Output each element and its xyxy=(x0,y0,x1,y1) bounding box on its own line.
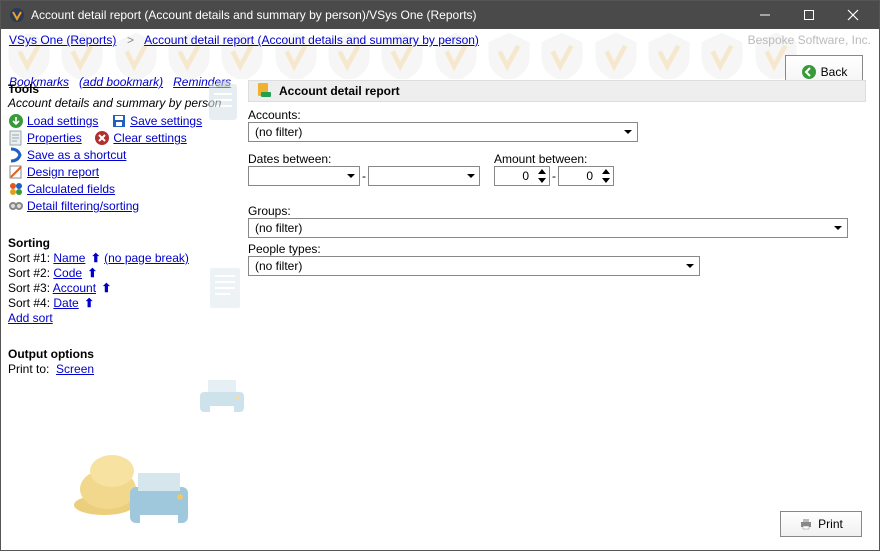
chevron-down-icon xyxy=(619,123,637,141)
detail-filtering-icon xyxy=(8,198,24,214)
properties-link[interactable]: Properties xyxy=(27,131,82,145)
spin-down-icon[interactable] xyxy=(599,176,613,185)
printer-icon xyxy=(799,517,813,531)
breadcrumb-separator: > xyxy=(120,33,142,47)
sort-field[interactable]: Name xyxy=(53,251,85,265)
company-label: Bespoke Software, Inc. xyxy=(748,33,871,47)
spin-up-icon[interactable] xyxy=(535,167,549,176)
spin-buttons[interactable] xyxy=(599,167,613,185)
app-icon xyxy=(9,7,25,23)
chevron-down-icon xyxy=(343,171,359,181)
window-title: Account detail report (Account details a… xyxy=(31,8,743,22)
chevron-down-icon xyxy=(829,219,847,237)
amount-separator: - xyxy=(550,169,558,183)
sort-row-2: Sort #2: Code ⬆ xyxy=(8,266,238,280)
people-types-label: People types: xyxy=(248,242,866,256)
amount-label: Amount between: xyxy=(494,152,614,166)
output-heading: Output options xyxy=(8,347,238,361)
date-separator: - xyxy=(360,169,368,183)
sorting-section: Sorting Sort #1: Name ⬆ (no page break) … xyxy=(8,236,238,325)
printer-sidebar-icon xyxy=(196,376,248,424)
groups-combo[interactable]: (no filter) xyxy=(248,218,848,238)
amount-to-value[interactable] xyxy=(559,169,595,183)
panel-header: Account detail report xyxy=(248,80,866,102)
breadcrumb: VSys One (Reports) > Account detail repo… xyxy=(9,33,479,47)
sort-field[interactable]: Code xyxy=(53,266,82,280)
maximize-button[interactable] xyxy=(787,1,831,29)
spin-down-icon[interactable] xyxy=(535,176,549,185)
accounts-combo[interactable]: (no filter) xyxy=(248,122,638,142)
save-shortcut-icon xyxy=(8,147,24,163)
panel-title: Account detail report xyxy=(279,84,400,98)
dates-amount-row: Dates between: - Amount between: xyxy=(248,148,866,186)
tools-heading: Tools xyxy=(8,82,238,96)
sidebar: Tools Account details and summary by per… xyxy=(0,76,244,551)
dates-label: Dates between: xyxy=(248,152,480,166)
clear-settings-icon xyxy=(94,130,110,146)
add-sort-link[interactable]: Add sort xyxy=(8,311,53,325)
people-types-value: (no filter) xyxy=(255,259,302,273)
sort-prefix: Sort #4: xyxy=(8,296,50,310)
sort-asc-icon[interactable]: ⬆ xyxy=(99,281,111,295)
spin-buttons[interactable] xyxy=(535,167,549,185)
groups-label: Groups: xyxy=(248,204,866,218)
sort-row-4: Sort #4: Date ⬆ xyxy=(8,296,238,310)
load-settings-icon xyxy=(8,113,24,129)
calculated-fields-icon xyxy=(8,181,24,197)
close-button[interactable] xyxy=(831,1,875,29)
print-to-label: Print to: xyxy=(8,362,49,376)
spin-up-icon[interactable] xyxy=(599,167,613,176)
sort-asc-icon[interactable]: ⬆ xyxy=(85,266,97,280)
minimize-button[interactable] xyxy=(743,1,787,29)
sort-field[interactable]: Account xyxy=(53,281,96,295)
sort-field[interactable]: Date xyxy=(53,296,78,310)
sort-page-break[interactable]: (no page break) xyxy=(104,251,189,265)
save-settings-icon xyxy=(111,113,127,129)
breadcrumb-root[interactable]: VSys One (Reports) xyxy=(9,33,116,47)
amount-from-input[interactable] xyxy=(494,166,550,186)
sort-asc-icon[interactable]: ⬆ xyxy=(82,296,94,310)
chevron-down-icon xyxy=(463,171,479,181)
content: Tools Account details and summary by per… xyxy=(0,76,880,551)
properties-icon xyxy=(8,130,24,146)
sort-prefix: Sort #1: xyxy=(8,251,50,265)
report-icon xyxy=(255,81,273,102)
amount-from-value[interactable] xyxy=(495,169,531,183)
breadcrumb-current[interactable]: Account detail report (Account details a… xyxy=(144,33,479,47)
sorting-heading: Sorting xyxy=(8,236,238,250)
print-label: Print xyxy=(818,517,843,531)
sort-prefix: Sort #3: xyxy=(8,281,50,295)
sort-prefix: Sort #2: xyxy=(8,266,50,280)
accounts-label: Accounts: xyxy=(248,108,866,122)
output-section: Output options Print to: Screen xyxy=(8,347,238,376)
design-report-icon xyxy=(8,164,24,180)
header-band: VSys One (Reports) > Account detail repo… xyxy=(1,29,879,79)
sort-asc-icon[interactable]: ⬆ xyxy=(89,251,101,265)
chevron-down-icon xyxy=(681,257,699,275)
print-button[interactable]: Print xyxy=(780,511,862,537)
groups-value: (no filter) xyxy=(255,221,302,235)
save-settings-link[interactable]: Save settings xyxy=(130,114,202,128)
titlebar: Account detail report (Account details a… xyxy=(1,1,879,29)
amount-to-input[interactable] xyxy=(558,166,614,186)
clipboard-icon xyxy=(206,80,240,122)
load-settings-link[interactable]: Load settings xyxy=(27,114,98,128)
date-from-input[interactable] xyxy=(248,166,360,186)
accounts-value: (no filter) xyxy=(255,125,302,139)
detail-filtering-link[interactable]: Detail filtering/sorting xyxy=(27,199,139,213)
tools-subtitle: Account details and summary by person xyxy=(8,96,238,110)
print-to-value[interactable]: Screen xyxy=(56,362,94,376)
calculated-fields-link[interactable]: Calculated fields xyxy=(27,182,115,196)
design-report-link[interactable]: Design report xyxy=(27,165,99,179)
date-to-input[interactable] xyxy=(368,166,480,186)
paper-icon xyxy=(206,266,246,312)
save-shortcut-link[interactable]: Save as a shortcut xyxy=(27,148,126,162)
sort-row-3: Sort #3: Account ⬆ xyxy=(8,281,238,295)
main-panel: Account detail report Accounts: (no filt… xyxy=(244,76,880,551)
clear-settings-link[interactable]: Clear settings xyxy=(113,131,186,145)
people-types-combo[interactable]: (no filter) xyxy=(248,256,700,276)
sort-row-1: Sort #1: Name ⬆ (no page break) xyxy=(8,251,238,265)
coin-printer-icon xyxy=(60,431,200,551)
